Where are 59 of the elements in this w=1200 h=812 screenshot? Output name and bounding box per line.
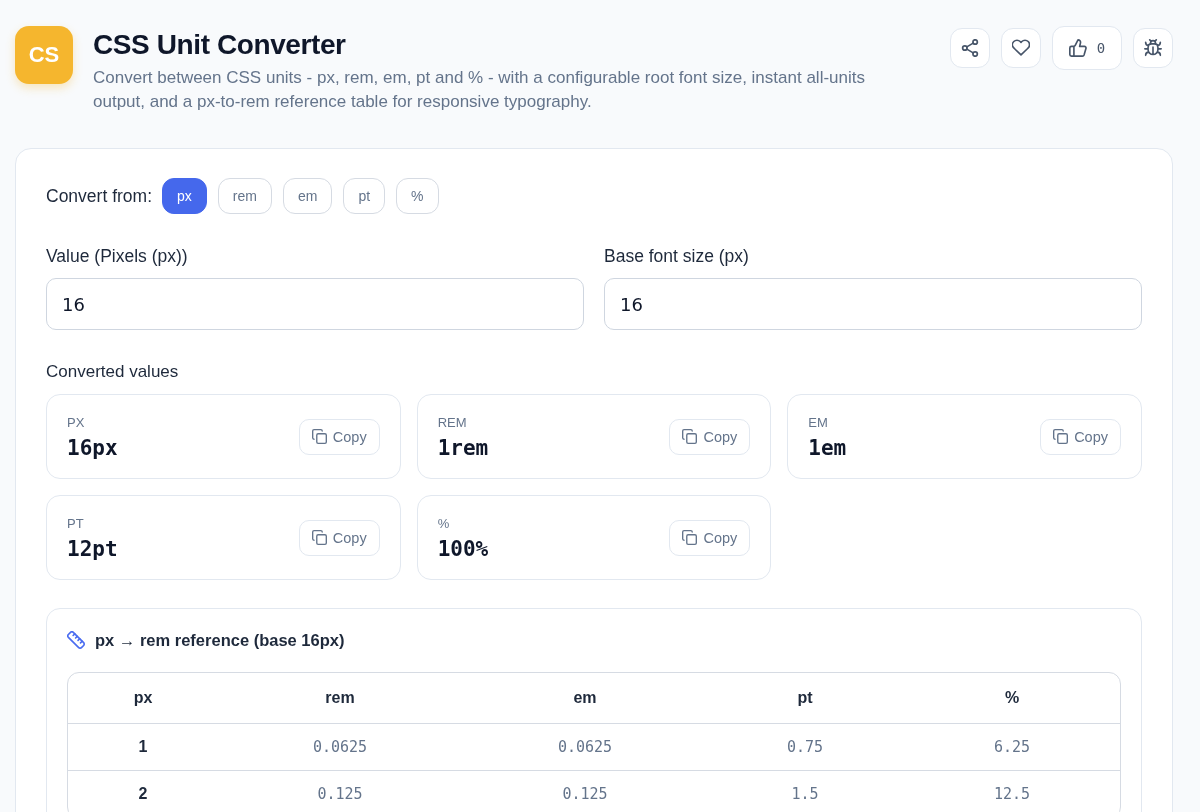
table-cell: 2 <box>138 785 148 802</box>
value-input[interactable]: 16 <box>46 278 584 330</box>
table-cell: 0.0625 <box>312 738 368 756</box>
column-header: pt <box>797 689 813 706</box>
share-icon <box>961 39 979 57</box>
table-cell: 0.125 <box>562 785 608 803</box>
thumbs-up-icon <box>1068 39 1087 57</box>
copy-icon <box>682 429 698 444</box>
result-value: 1em <box>808 434 847 461</box>
table-cell: 0.75 <box>786 738 824 756</box>
base-font-size-input[interactable]: 16 <box>604 278 1142 330</box>
section-title: Converted values <box>46 362 180 382</box>
column-header: em <box>573 689 597 706</box>
app-description: Convert between CSS units - px, rem, em, pt and % - with a configurable root font size, instant all-units output, and a px-to-rem reference table for responsive typography. <box>93 67 866 113</box>
unit-tab[interactable]: px <box>162 178 207 214</box>
like-button[interactable]: 0 <box>1052 26 1122 70</box>
result-value: 12pt <box>67 535 118 562</box>
unit-tab[interactable]: rem <box>217 178 272 214</box>
copy-button[interactable]: Copy <box>1040 418 1121 455</box>
unit-tab[interactable]: pt <box>343 178 386 214</box>
unit-label: EM <box>808 414 828 431</box>
table-cell: 0.125 <box>317 785 363 803</box>
copy-icon <box>1053 429 1069 444</box>
unit-label: PX <box>67 414 85 431</box>
copy-icon <box>311 429 327 444</box>
field-label: Base font size (px) <box>604 246 749 266</box>
table-cell: 1.5 <box>791 785 819 803</box>
field-label: Value (Pixels (px)) <box>46 246 188 266</box>
bug-icon <box>1144 39 1162 57</box>
heart-icon <box>1012 39 1030 57</box>
app-logo: CS <box>15 26 73 84</box>
copy-button[interactable]: Copy <box>298 519 380 556</box>
copy-button[interactable]: Copy <box>669 418 751 455</box>
table-cell: 6.25 <box>993 738 1031 756</box>
convert-from-label: Convert from: <box>46 185 152 207</box>
share-button[interactable] <box>950 28 990 68</box>
copy-icon <box>311 530 327 545</box>
unit-label: REM <box>437 414 467 431</box>
table-cell: 12.5 <box>993 785 1031 803</box>
result-value: 16px <box>67 434 118 461</box>
unit-label: PT <box>67 515 84 532</box>
result-value: 100% <box>437 535 489 562</box>
bug-report-button[interactable] <box>1133 28 1173 68</box>
heart-button[interactable] <box>1001 28 1041 68</box>
table-cell: 0.0625 <box>557 738 613 756</box>
column-header: % <box>1004 689 1020 706</box>
column-header: px <box>133 689 153 706</box>
table-cell: 1 <box>138 738 148 755</box>
copy-button[interactable]: Copy <box>298 418 380 455</box>
unit-label: % <box>437 515 450 532</box>
unit-tab[interactable]: em <box>282 178 333 214</box>
copy-button[interactable]: Copy <box>669 519 751 556</box>
unit-tab[interactable]: % <box>396 178 439 214</box>
result-value: 1rem <box>437 434 489 461</box>
app-title: CSS Unit Converter <box>93 28 347 62</box>
reference-title: px → rem reference (base 16px) <box>95 630 345 650</box>
ruler-icon <box>67 631 85 649</box>
copy-icon <box>682 530 698 545</box>
column-header: rem <box>325 689 355 706</box>
